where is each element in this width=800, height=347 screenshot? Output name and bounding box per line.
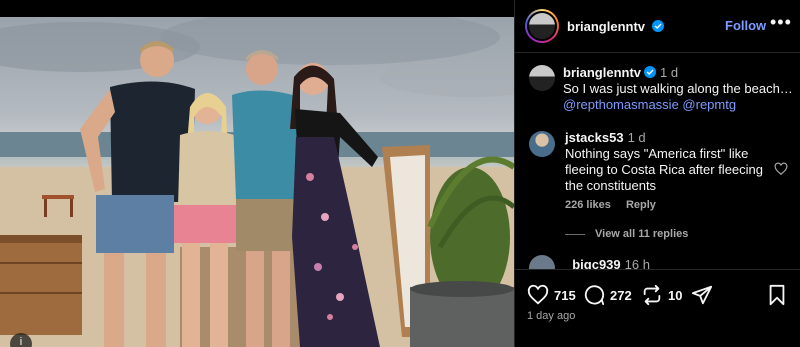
save-action[interactable] xyxy=(767,284,787,306)
more-options-icon[interactable]: ••• xyxy=(770,12,792,33)
post-header: brianglenntv Follow ••• xyxy=(515,0,800,53)
comments-count: 272 xyxy=(610,287,632,303)
comment-item: jstacks53 1 d Nothing says "America first… xyxy=(565,130,765,194)
reply-button[interactable]: Reply xyxy=(626,199,656,211)
mention-link-1[interactable]: @repthomasmassie xyxy=(563,97,679,112)
commenter-avatar[interactable] xyxy=(529,131,555,157)
view-replies-button[interactable]: View all 11 replies xyxy=(565,228,688,240)
photo-pane: i xyxy=(0,0,514,347)
author-avatar[interactable] xyxy=(525,9,559,43)
post-caption: brianglenntv 1 d So I was just walking al… xyxy=(563,65,793,113)
share-paper-plane-icon[interactable] xyxy=(691,284,713,306)
comment-likes[interactable]: 226 likes xyxy=(565,199,611,211)
reposts-count: 10 xyxy=(668,287,683,303)
mention-link-2[interactable]: @repmtg xyxy=(682,97,736,112)
verified-badge-icon xyxy=(652,20,665,32)
caption-time[interactable]: 1 d xyxy=(660,65,678,80)
comment-text: Nothing says "America first" like fleein… xyxy=(565,146,763,193)
verified-badge-icon xyxy=(644,66,657,78)
share-action[interactable] xyxy=(691,284,713,306)
post-photo[interactable] xyxy=(0,17,514,347)
author-username[interactable]: brianglenntv xyxy=(567,19,645,34)
likes-count: 715 xyxy=(554,287,576,303)
post-actions-bar: 715 272 10 1 day ago xyxy=(515,269,800,347)
follow-button[interactable]: Follow xyxy=(725,18,766,33)
beach-scene-illustration xyxy=(0,17,514,347)
comment-action[interactable]: 272 xyxy=(583,284,632,306)
repost-action[interactable]: 10 xyxy=(641,284,682,306)
comment-bubble-icon[interactable] xyxy=(583,284,605,306)
comment-meta: 226 likes Reply xyxy=(565,199,668,211)
repost-icon[interactable] xyxy=(641,284,663,306)
like-action[interactable]: 715 xyxy=(527,284,576,306)
comments-panel: brianglenntv Follow ••• brianglenntv 1 d … xyxy=(514,0,800,347)
caption-text: So I was just walking along the beach… xyxy=(563,81,793,96)
like-comment-heart-icon[interactable] xyxy=(774,162,788,181)
caption-author-avatar[interactable] xyxy=(529,65,555,91)
author-username-group[interactable]: brianglenntv xyxy=(567,18,665,36)
comment-username[interactable]: jstacks53 xyxy=(565,130,624,145)
comment-time: 1 d xyxy=(627,130,646,145)
post-date[interactable]: 1 day ago xyxy=(527,310,575,322)
heart-icon[interactable] xyxy=(527,284,549,306)
caption-username[interactable]: brianglenntv xyxy=(563,65,641,80)
bookmark-icon[interactable] xyxy=(767,284,787,306)
